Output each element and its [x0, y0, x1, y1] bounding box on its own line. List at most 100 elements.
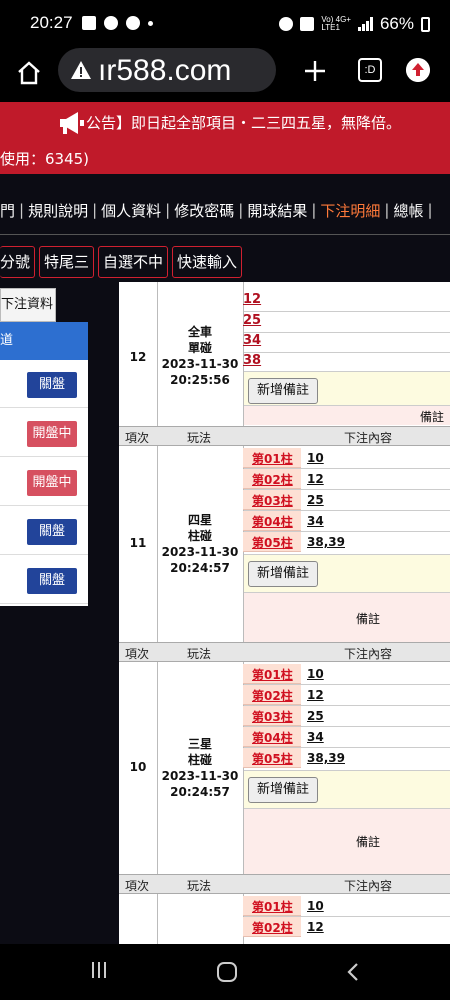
column-label[interactable]: 第04柱: [243, 511, 301, 531]
battery-icon: [421, 16, 430, 32]
status-bar: 20:27 Vo) 4G+ LTE1 66%: [0, 0, 450, 48]
nav-divider: [0, 234, 450, 235]
column-value[interactable]: 38,39: [307, 535, 345, 549]
record-time: 20:25:56: [170, 373, 230, 387]
note-area: 新增備註: [244, 554, 450, 594]
column-value: 25: [307, 493, 324, 507]
column-label[interactable]: 第02柱: [243, 685, 301, 705]
megaphone-icon: [60, 112, 84, 134]
bet-number-link[interactable]: 12: [243, 292, 261, 307]
nav-item-0[interactable]: 門: [0, 200, 15, 221]
column-value: 10: [307, 667, 324, 681]
home-icon[interactable]: [12, 56, 46, 90]
chrome-icon: [104, 16, 118, 30]
column-label[interactable]: 第03柱: [243, 706, 301, 726]
note-area: 新增備註: [244, 770, 450, 810]
add-note-button[interactable]: 新增備註: [248, 561, 319, 587]
nav-item-ledger[interactable]: 總帳: [393, 200, 423, 221]
signal-icon: [357, 17, 373, 31]
quick-button-quick-input[interactable]: 快速輸入: [172, 246, 243, 278]
image-icon: [82, 16, 96, 30]
cloud-icon: [126, 16, 140, 30]
add-note-button[interactable]: 新增備註: [248, 777, 319, 803]
tabs-button[interactable]: :D: [358, 58, 382, 82]
wifi-call-icon: [300, 17, 315, 31]
nav-item-rules[interactable]: 規則說明: [28, 200, 88, 221]
announcement-text: 公告】即日起全部項目・二三四五星，無降倍。: [86, 114, 402, 132]
quick-button-special[interactable]: 特尾三: [39, 246, 95, 278]
table-header: 項次 玩法 下注內容: [119, 642, 450, 662]
nav-item-password[interactable]: 修改密碼: [174, 200, 234, 221]
column-label[interactable]: 第02柱: [243, 469, 301, 489]
status-pill[interactable]: 關盤: [27, 568, 77, 594]
table-header: 項次 玩法 下注內容: [119, 426, 450, 446]
record-no: 11: [129, 536, 147, 550]
left-panel-header[interactable]: 下注資料: [0, 288, 56, 322]
column-label[interactable]: 第01柱: [243, 896, 301, 916]
left-panel: 道 關盤 開盤中 開盤中 關盤 關盤: [0, 322, 88, 606]
nav-item-results[interactable]: 開球結果: [247, 200, 307, 221]
quick-button-number[interactable]: 分號: [0, 246, 36, 278]
record-subtype: 單碰: [187, 341, 212, 355]
announcement-banner: 公告】即日起全部項目・二三四五星，無降倍。 使用：6345): [0, 102, 450, 174]
back-icon[interactable]: [346, 962, 360, 982]
record-info: 四星 柱碰 2023-11-30 20:24:57: [161, 513, 239, 575]
status-pill[interactable]: 開盤中: [27, 470, 77, 496]
url-text: ır588.com: [98, 54, 232, 87]
browser-toolbar: ır588.com :D: [0, 48, 450, 102]
status-right: Vo) 4G+ LTE1 66%: [279, 14, 430, 34]
update-icon[interactable]: [406, 58, 430, 82]
column-label[interactable]: 第05柱: [243, 532, 301, 552]
plus-icon[interactable]: [302, 58, 328, 84]
bet-number-link[interactable]: 38: [243, 353, 261, 368]
column-value: 12: [307, 920, 324, 934]
battery-percent: 66%: [379, 14, 414, 33]
add-note-button[interactable]: 新增備註: [248, 378, 319, 404]
status-time: 20:27: [30, 13, 73, 32]
column-value: 25: [307, 709, 324, 723]
record-info: 三星 柱碰 2023-11-30 20:24:57: [161, 737, 239, 799]
column-value: 10: [307, 899, 324, 913]
column-label[interactable]: 第02柱: [243, 917, 301, 937]
column-value: 34: [307, 730, 324, 744]
column-label[interactable]: 第01柱: [243, 448, 301, 468]
home-circle-icon[interactable]: [217, 962, 237, 982]
quick-button-custom-miss[interactable]: 自選不中: [98, 246, 169, 278]
warning-icon[interactable]: [70, 59, 92, 81]
record-info: 全車 單碰 2023-11-30 20:25:56: [157, 324, 243, 388]
bet-details-table: 12 全車 單碰 2023-11-30 20:25:56 12 25 34 38…: [119, 282, 450, 944]
alarm-icon: [279, 17, 294, 31]
column-value: 34: [307, 514, 324, 528]
nav-item-profile[interactable]: 個人資料: [101, 200, 161, 221]
remark-area: 備註: [244, 808, 450, 874]
remark-area: 備註: [244, 592, 450, 642]
network-type-bottom: LTE1: [321, 23, 340, 32]
left-row: 關盤: [0, 360, 88, 408]
column-label[interactable]: 第05柱: [243, 748, 301, 768]
record-no: 12: [129, 350, 147, 364]
record-date: 2023-11-30: [161, 357, 239, 371]
status-pill[interactable]: 關盤: [27, 372, 77, 398]
nav-item-bet-details[interactable]: 下注明細: [320, 200, 380, 221]
record-no: 10: [129, 760, 147, 774]
top-nav-menu: 門 | 規則說明 | 個人資料 | 修改密碼 | 開球結果 | 下注明細 | 總…: [0, 200, 433, 221]
status-pill[interactable]: 關盤: [27, 519, 77, 545]
address-bar[interactable]: ır588.com: [58, 48, 276, 92]
column-value[interactable]: 38,39: [307, 751, 345, 765]
column-label[interactable]: 第01柱: [243, 664, 301, 684]
left-row: 開盤中: [0, 458, 88, 506]
column-value: 10: [307, 451, 324, 465]
record-type: 全車: [187, 325, 212, 339]
bet-number-link[interactable]: 34: [243, 333, 261, 348]
android-nav-bar: [0, 944, 450, 1000]
left-row: 關盤: [0, 507, 88, 555]
left-panel-bluebar: 道: [0, 322, 88, 360]
bet-number-link[interactable]: 25: [243, 313, 261, 328]
column-label[interactable]: 第04柱: [243, 727, 301, 747]
remark-label: 備註: [420, 410, 445, 424]
recent-apps-icon[interactable]: [92, 962, 110, 980]
table-header: 項次 玩法 下注內容: [119, 874, 450, 894]
column-value: 12: [307, 472, 324, 486]
column-label[interactable]: 第03柱: [243, 490, 301, 510]
status-pill[interactable]: 開盤中: [27, 421, 77, 447]
